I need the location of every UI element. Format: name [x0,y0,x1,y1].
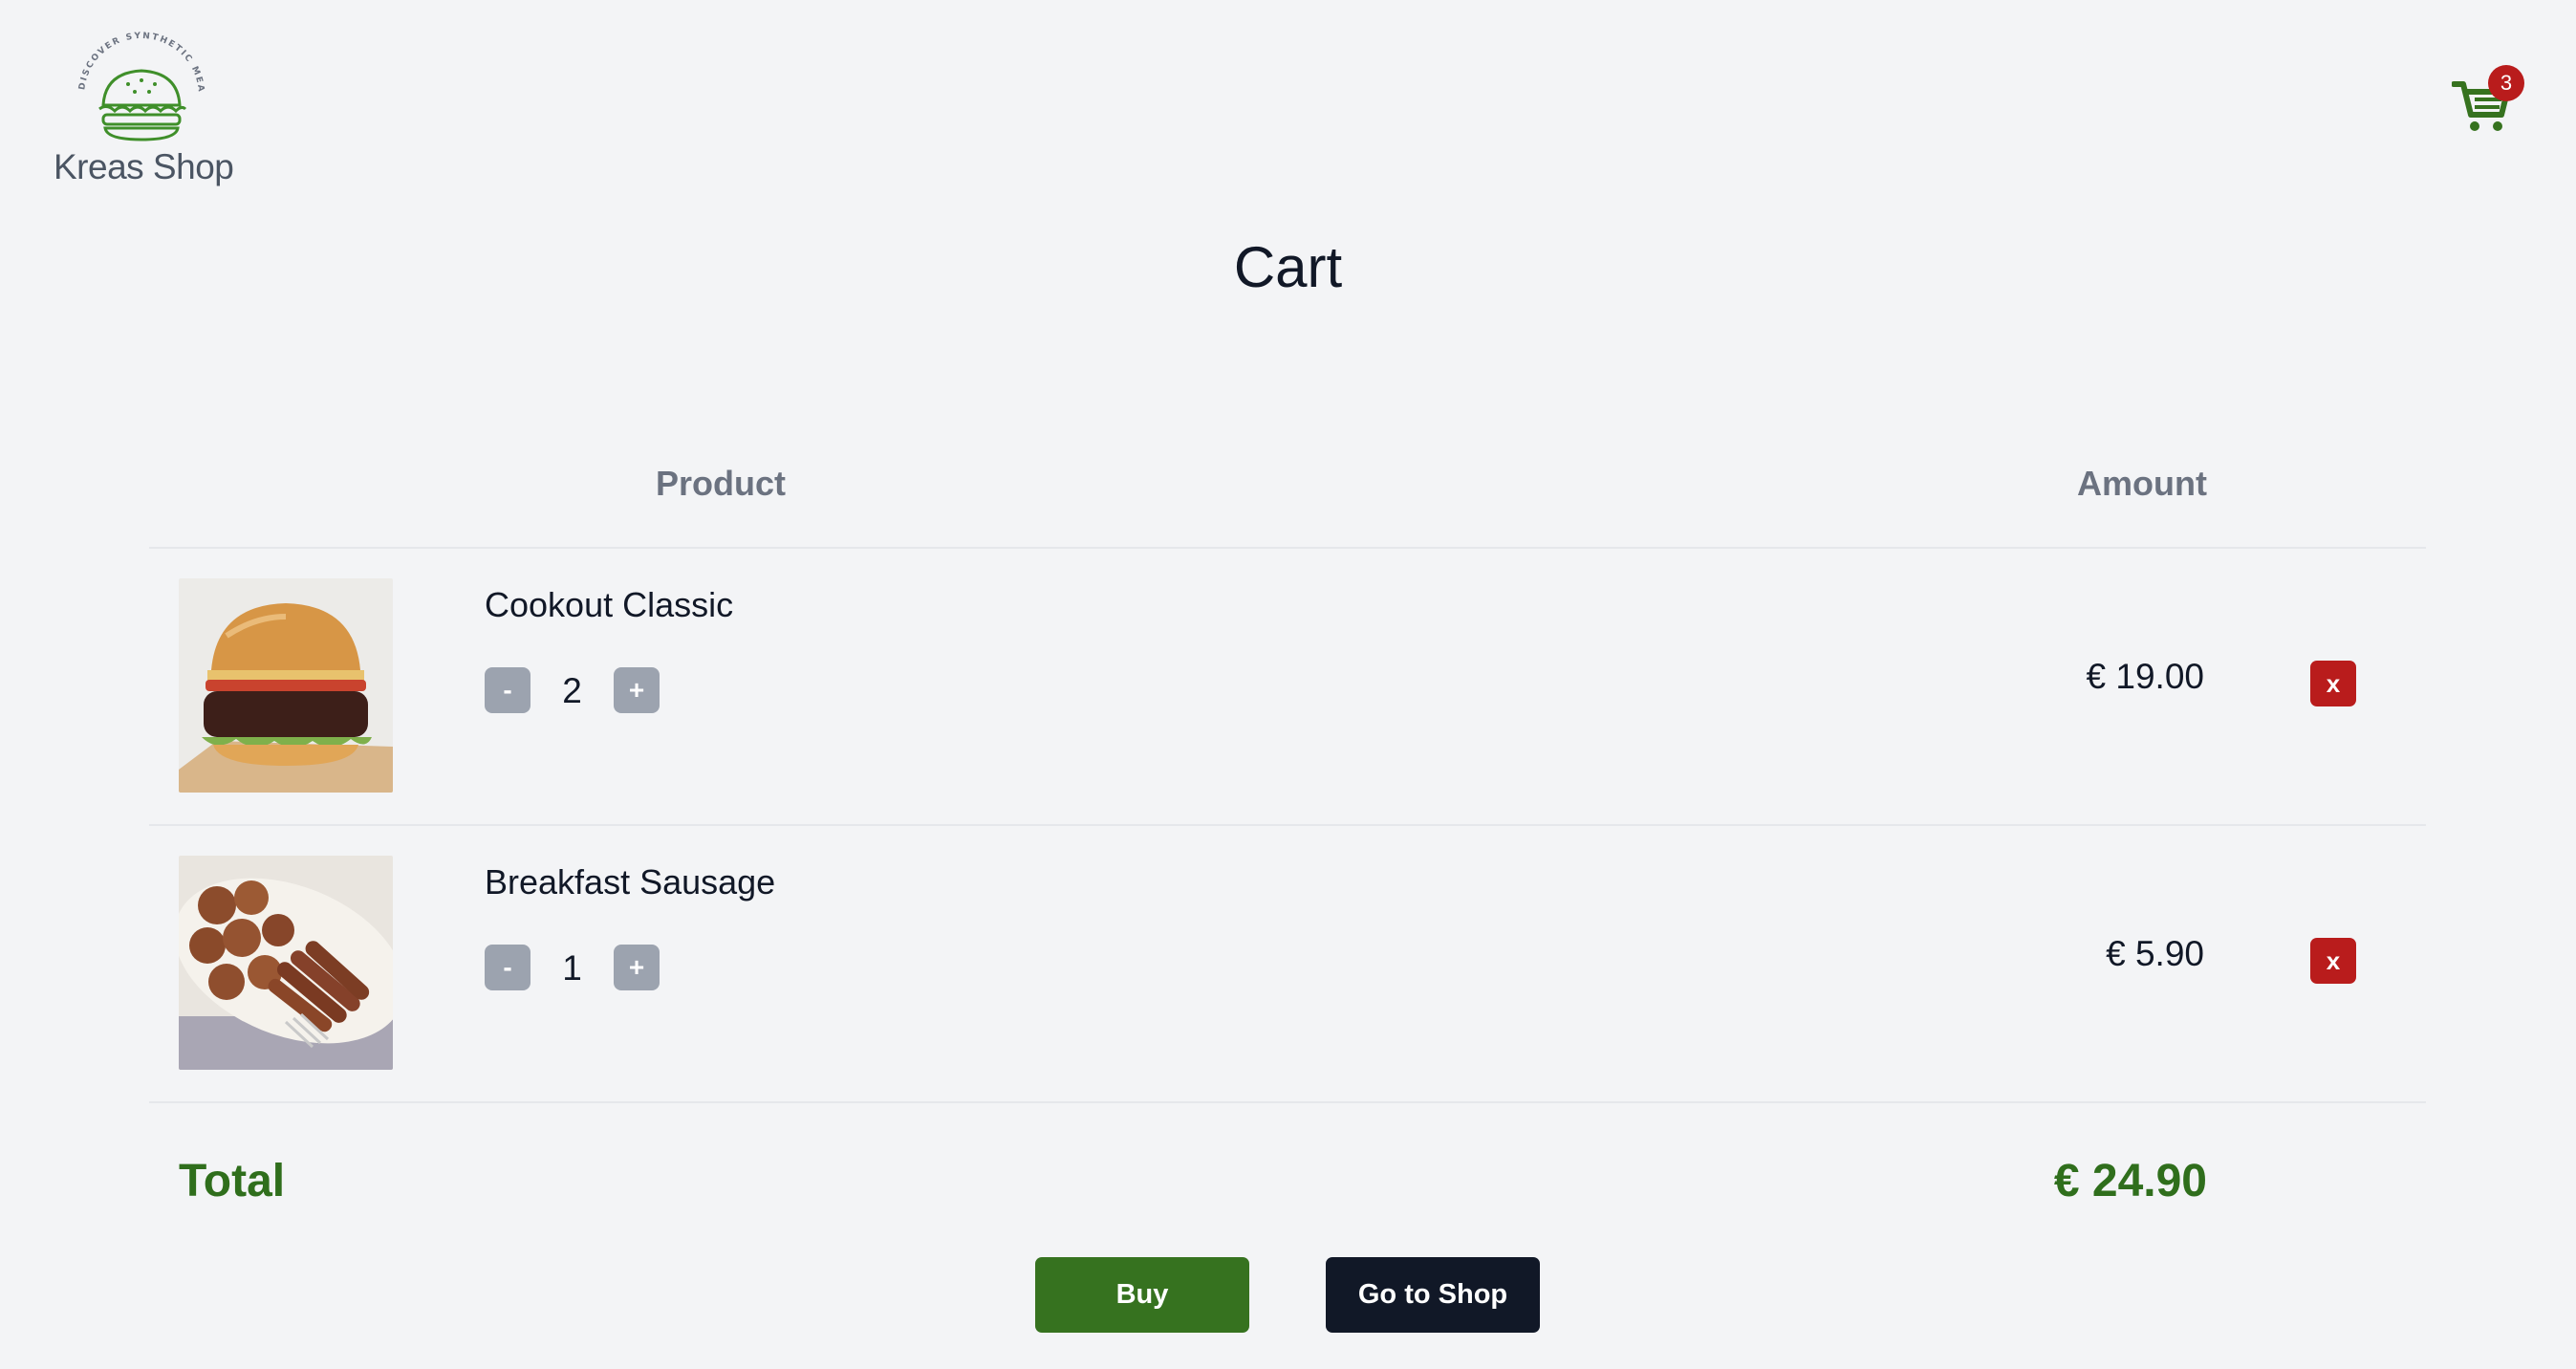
brand-name: Kreas Shop [54,147,234,186]
remove-item-button[interactable]: x [2310,938,2356,984]
cart-count-badge: 3 [2488,65,2524,101]
quantity-value: 2 [562,671,582,710]
increase-quantity-button[interactable]: + [614,667,660,713]
table-divider [149,1101,2426,1103]
svg-text:DISCOVER SYNTHETIC MEAT: DISCOVER SYNTHETIC MEAT [65,29,206,93]
product-image-cookout-classic [179,578,393,793]
product-name[interactable]: Cookout Classic [485,585,733,625]
decrease-quantity-button[interactable]: - [485,667,530,713]
item-amount: € 5.90 [2106,934,2204,973]
decrease-quantity-button[interactable]: - [485,945,530,990]
total-label: Total [179,1156,286,1206]
go-to-shop-button[interactable]: Go to Shop [1326,1257,1540,1333]
remove-item-button[interactable]: x [2310,661,2356,706]
burger-logo-icon: DISCOVER SYNTHETIC MEAT [65,29,206,141]
total-value: € 24.90 [2053,1156,2207,1206]
item-amount: € 19.00 [2086,657,2204,696]
column-header-product: Product [656,464,787,503]
buy-button[interactable]: Buy [1035,1257,1249,1333]
quantity-value: 1 [562,948,582,988]
cart-item-row: Breakfast Sausage - 1 + € 5.90 x [149,826,2426,1101]
sausage-image [179,856,393,1070]
column-header-amount: Amount [2077,464,2207,503]
page-title: Cart [1233,235,1343,299]
increase-quantity-button[interactable]: + [614,945,660,990]
product-name[interactable]: Breakfast Sausage [485,862,775,902]
product-image-breakfast-sausage [179,856,393,1070]
cart-item-row: Cookout Classic - 2 + € 19.00 x [149,549,2426,824]
logo-tagline: DISCOVER SYNTHETIC MEAT [65,29,204,93]
kreas-shop-logo[interactable]: DISCOVER SYNTHETIC MEAT Kreas Shop [50,29,241,196]
burger-image [179,578,393,793]
cart-button[interactable]: 3 [2442,59,2528,145]
